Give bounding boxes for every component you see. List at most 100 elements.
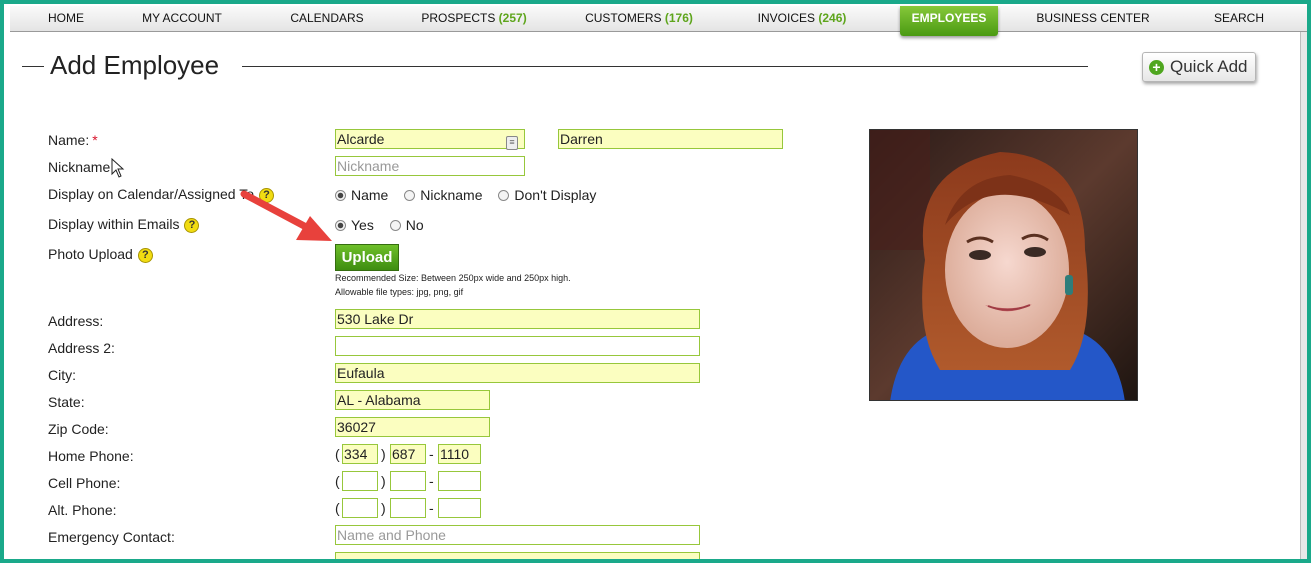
radio-dont-display-label: Don't Display bbox=[514, 187, 597, 203]
radio-emails-yes[interactable]: Yes bbox=[335, 217, 374, 233]
phone-dash: - bbox=[429, 500, 434, 516]
radio-dont-display[interactable]: Don't Display bbox=[498, 187, 596, 203]
phone-dash: - bbox=[429, 473, 434, 489]
home-phone-line[interactable] bbox=[438, 444, 481, 464]
radio-emails-no-label: No bbox=[405, 217, 424, 233]
radio-display-name[interactable]: Name bbox=[335, 187, 388, 203]
alt-phone-label: Alt. Phone: bbox=[48, 502, 117, 518]
nav-customers-count: (176) bbox=[664, 11, 693, 25]
zip-label: Zip Code: bbox=[48, 421, 109, 437]
name-label: Name: * bbox=[48, 132, 98, 148]
nav-invoices-count: (246) bbox=[818, 11, 847, 25]
city-input[interactable] bbox=[335, 363, 700, 383]
radio-display-nickname[interactable]: Nickname bbox=[404, 187, 483, 203]
name-label-text: Name: bbox=[48, 132, 90, 148]
app-frame: HOME MY ACCOUNT CALENDARS PROSPECTS (257… bbox=[4, 4, 1307, 559]
paren-open: ( bbox=[335, 473, 340, 489]
radio-button[interactable] bbox=[498, 190, 510, 201]
address-label: Address: bbox=[48, 313, 104, 329]
heading-rule-left bbox=[22, 66, 44, 67]
display-calendar-label-text: Display on Calendar/Assigned To bbox=[48, 186, 254, 202]
radio-display-name-label: Name bbox=[351, 187, 389, 203]
nav-calendars-label: CALENDARS bbox=[290, 11, 364, 25]
cell-phone-label: Cell Phone: bbox=[48, 475, 121, 491]
alt-phone-line[interactable] bbox=[438, 498, 481, 518]
nav-prospects-label: PROSPECTS bbox=[421, 11, 496, 25]
paren-open: ( bbox=[335, 446, 340, 462]
photo-upload-label: Photo Upload? bbox=[48, 246, 153, 263]
nav-invoices[interactable]: INVOICES (246) bbox=[758, 6, 847, 32]
alt-phone-prefix[interactable] bbox=[390, 498, 426, 518]
address2-input[interactable] bbox=[335, 336, 700, 356]
emergency-contact-label: Emergency Contact: bbox=[48, 529, 175, 545]
address2-label: Address 2: bbox=[48, 340, 115, 356]
radio-emails-yes-label: Yes bbox=[351, 217, 374, 233]
radio-display-nickname-label: Nickname bbox=[420, 187, 483, 203]
nickname-label: Nickname: bbox=[48, 159, 115, 175]
nav-my-account[interactable]: MY ACCOUNT bbox=[142, 6, 222, 32]
nav-home[interactable]: HOME bbox=[48, 6, 84, 32]
cell-phone-area[interactable] bbox=[342, 471, 378, 491]
nav-prospects-count: (257) bbox=[498, 11, 527, 25]
nav-search-label: SEARCH bbox=[1213, 11, 1265, 25]
display-emails-radio-group: Yes No bbox=[335, 217, 424, 233]
display-calendar-radio-group: Name Nickname Don't Display bbox=[335, 187, 596, 203]
nav-prospects[interactable]: PROSPECTS (257) bbox=[421, 6, 526, 32]
nav-search[interactable]: SEARCH bbox=[1214, 6, 1264, 32]
upload-types-note: Allowable file types: jpg, png, gif bbox=[335, 287, 464, 297]
employee-photo bbox=[869, 129, 1138, 401]
help-question-icon[interactable]: ? bbox=[184, 218, 200, 233]
contact-card-icon[interactable]: ≡ bbox=[506, 136, 518, 150]
page-title: Add Employee bbox=[50, 50, 220, 80]
paren-close: ) bbox=[381, 500, 386, 516]
plus-circle-icon: + bbox=[1149, 60, 1164, 75]
red-arrow-icon bbox=[240, 190, 332, 241]
quick-add-label: Quick Add bbox=[1170, 57, 1248, 76]
paren-close: ) bbox=[381, 446, 386, 462]
phone-dash: - bbox=[429, 446, 434, 462]
upload-size-note: Recommended Size: Between 250px wide and… bbox=[335, 273, 571, 283]
radio-button[interactable] bbox=[389, 220, 401, 231]
city-label: City: bbox=[48, 367, 76, 383]
employee-photo-image bbox=[870, 130, 1137, 400]
display-emails-label: Display within Emails? bbox=[48, 216, 200, 233]
first-name-input[interactable] bbox=[558, 129, 783, 149]
upload-button[interactable]: Upload bbox=[335, 244, 399, 271]
nav-customers[interactable]: CUSTOMERS (176) bbox=[585, 6, 693, 32]
nav-business-center[interactable]: BUSINESS CENTER bbox=[1036, 6, 1149, 32]
state-select[interactable] bbox=[335, 390, 490, 410]
top-nav: HOME MY ACCOUNT CALENDARS PROSPECTS (257… bbox=[10, 6, 1307, 36]
cell-phone-prefix[interactable] bbox=[390, 471, 426, 491]
display-emails-label-text: Display within Emails bbox=[48, 216, 180, 232]
radio-emails-no[interactable]: No bbox=[389, 217, 424, 233]
address-input[interactable] bbox=[335, 309, 700, 329]
paren-open: ( bbox=[335, 500, 340, 516]
home-phone-area[interactable] bbox=[342, 444, 378, 464]
paren-close: ) bbox=[381, 473, 386, 489]
photo-upload-label-text: Photo Upload bbox=[48, 246, 133, 262]
mouse-pointer-icon bbox=[111, 158, 125, 178]
home-phone-prefix[interactable] bbox=[390, 444, 426, 464]
nav-invoices-label: INVOICES bbox=[757, 11, 815, 25]
scrollbar[interactable] bbox=[1300, 32, 1307, 559]
quick-add-button[interactable]: + Quick Add bbox=[1142, 52, 1256, 82]
state-label: State: bbox=[48, 394, 85, 410]
nav-employees[interactable]: EMPLOYEES bbox=[900, 6, 998, 36]
home-phone-label: Home Phone: bbox=[48, 448, 134, 464]
required-mark: * bbox=[92, 132, 98, 148]
nav-employees-label: EMPLOYEES bbox=[911, 11, 987, 25]
emergency-contact-input[interactable] bbox=[335, 525, 700, 545]
nav-customers-label: CUSTOMERS bbox=[585, 11, 662, 25]
nav-calendars[interactable]: CALENDARS bbox=[290, 6, 363, 32]
nickname-input[interactable] bbox=[335, 156, 525, 176]
radio-button[interactable] bbox=[404, 190, 416, 201]
last-name-input[interactable] bbox=[335, 129, 525, 149]
help-question-icon[interactable]: ? bbox=[137, 248, 153, 263]
cell-phone-line[interactable] bbox=[438, 471, 481, 491]
zip-input[interactable] bbox=[335, 417, 490, 437]
nav-business-center-label: BUSINESS CENTER bbox=[1036, 11, 1150, 25]
nav-home-label: HOME bbox=[48, 11, 84, 25]
heading-rule-right bbox=[242, 66, 1088, 67]
next-field-input[interactable] bbox=[335, 552, 700, 559]
alt-phone-area[interactable] bbox=[342, 498, 378, 518]
